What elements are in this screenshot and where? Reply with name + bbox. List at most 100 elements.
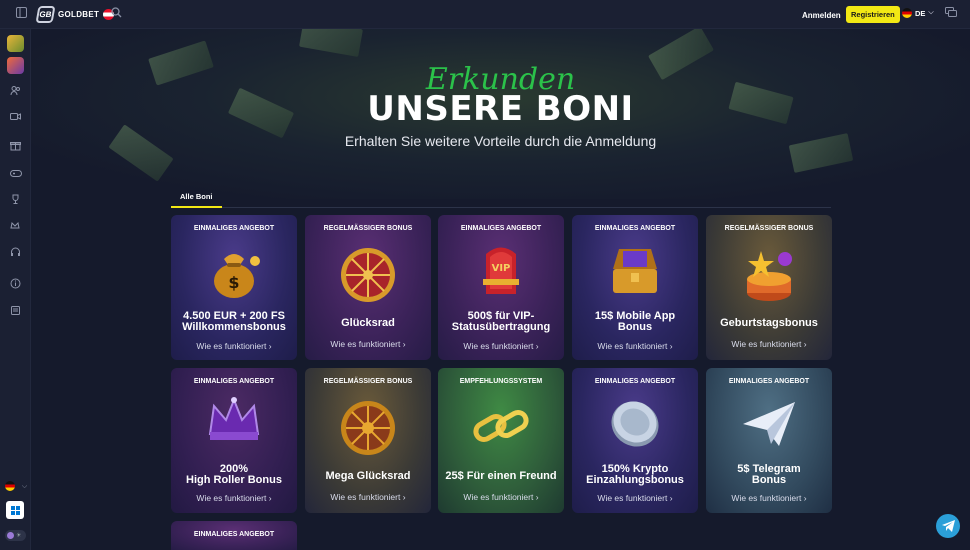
fortune-wheel-icon (341, 248, 395, 302)
chevron-right-icon: › (535, 341, 539, 351)
bonus-card[interactable]: EINMALIGES ANGEBOT 150% Krypto Einzahlun… (572, 368, 698, 513)
link-label: Wie es funktioniert (196, 341, 267, 351)
paper-plane-icon (743, 402, 795, 446)
how-it-works-link[interactable]: Wie es funktioniert › (706, 493, 832, 503)
bonus-card[interactable]: REGELMÄSSIGER BONUS Geburtstagsbonus Wie… (706, 215, 832, 360)
sidebar-toggle-icon[interactable] (14, 7, 29, 22)
card-name-line2: High Roller Bonus (186, 474, 282, 486)
sidebar: ⌵ ☀ (0, 29, 31, 550)
chat-icon[interactable] (943, 7, 958, 22)
bonus-card[interactable]: EINMALIGES ANGEBOT 15$ Mobile App Bonus … (572, 215, 698, 360)
chevron-down-icon[interactable]: ⌵ (17, 479, 32, 494)
slots-game-icon[interactable] (7, 35, 24, 52)
card-tag: EINMALIGES ANGEBOT (594, 378, 676, 385)
how-it-works-link[interactable]: Wie es funktioniert › (171, 341, 297, 351)
document-icon[interactable] (8, 305, 23, 320)
info-icon[interactable] (8, 278, 23, 293)
page-title: UNSERE BONI (367, 89, 634, 129)
search-icon[interactable] (109, 7, 124, 22)
sun-icon: ☀ (16, 533, 22, 539)
chevron-right-icon: › (535, 492, 539, 502)
bonus-card[interactable]: EINMALIGES ANGEBOT $ 4.500 EUR + 200 FS … (171, 215, 297, 360)
bonus-card[interactable]: EINMALIGES ANGEBOT 5$ Telegram Bonus Wie… (706, 368, 832, 513)
how-it-works-link[interactable]: Wie es funktioniert › (572, 341, 698, 351)
crown-icon (208, 397, 260, 440)
how-it-works-link[interactable]: Wie es funktioniert › (305, 492, 431, 502)
card-tag: EINMALIGES ANGEBOT (728, 378, 810, 385)
how-it-works-link[interactable]: Wie es funktioniert › (438, 492, 564, 502)
gift-icon[interactable] (8, 140, 23, 155)
crown-icon[interactable] (8, 220, 23, 235)
top-bar: GB GOLDBET Anmelden Registrieren DE ⌵ (0, 0, 970, 29)
bonus-card[interactable]: EINMALIGES ANGEBOT 200% High Roller Bonu… (171, 368, 297, 513)
login-button[interactable]: Anmelden (797, 6, 846, 24)
vip-throne-icon: VIP (483, 247, 519, 294)
telegram-icon (941, 520, 955, 532)
card-tag: REGELMÄSSIGER BONUS (323, 378, 413, 385)
chevron-right-icon: › (268, 341, 272, 351)
card-tag: EINMALIGES ANGEBOT (594, 225, 676, 232)
headset-icon[interactable] (8, 247, 23, 262)
money-bag-icon: $ (214, 254, 260, 298)
chain-link-icon (473, 410, 529, 442)
chevron-right-icon: › (402, 339, 406, 349)
card-name-line2: Willkommensbonus (182, 321, 286, 333)
card-name-line2: Bonus (617, 321, 653, 333)
language-selector[interactable]: DE ⌵ (902, 8, 934, 18)
hero-subtitle: Erhalten Sie weitere Vorteile durch die … (344, 133, 657, 149)
bonus-card[interactable]: EINMALIGES ANGEBOT (171, 521, 297, 550)
trophy-icon[interactable] (8, 194, 23, 209)
bonus-card[interactable]: EINMALIGES ANGEBOT VIP 500$ für VIP- Sta… (438, 215, 564, 360)
card-tag: EINMALIGES ANGEBOT (193, 225, 275, 232)
how-it-works-link[interactable]: Wie es funktioniert › (305, 339, 431, 349)
link-label: Wie es funktioniert (196, 493, 267, 503)
bonus-card[interactable]: REGELMÄSSIGER BONUS Glücksrad Wie es fun… (305, 215, 431, 360)
card-tag: EMPFEHLUNGSSYSTEM (459, 378, 543, 385)
card-name-line1: 25$ Für einen Freund (445, 470, 557, 482)
sports-game-icon[interactable] (7, 57, 24, 74)
germany-flag-icon (902, 8, 912, 18)
chevron-right-icon: › (669, 341, 673, 351)
link-label: Wie es funktioniert (330, 339, 401, 349)
bonus-card[interactable]: EMPFEHLUNGSSYSTEM 25$ Für einen Freund W… (438, 368, 564, 513)
link-label: Wie es funktioniert (731, 339, 802, 349)
svg-text:$: $ (228, 273, 239, 292)
how-it-works-link[interactable]: Wie es funktioniert › (171, 493, 297, 503)
chevron-right-icon: › (669, 493, 673, 503)
birthday-cake-icon (747, 251, 792, 301)
card-name-line1: Geburtstagsbonus (720, 317, 818, 329)
brand-logo[interactable]: GB GOLDBET (35, 6, 115, 23)
card-tag: EINMALIGES ANGEBOT (193, 378, 275, 385)
hero-banner: Erkunden UNSERE BONI Erhalten Sie weiter… (31, 29, 970, 199)
how-it-works-link[interactable]: Wie es funktioniert › (438, 341, 564, 351)
chevron-right-icon: › (402, 492, 406, 502)
brand-name: GOLDBET (58, 10, 100, 19)
chevron-down-icon: ⌵ (928, 9, 934, 16)
windows-app-icon[interactable] (6, 501, 24, 519)
bonus-tabs: Alle Boni (171, 186, 831, 208)
card-tag: REGELMÄSSIGER BONUS (323, 225, 413, 232)
bonus-card[interactable]: REGELMÄSSIGER BONUS Mega Glücksrad Wie e… (305, 368, 431, 513)
video-icon[interactable] (8, 111, 23, 126)
how-it-works-link[interactable]: Wie es funktioniert › (572, 493, 698, 503)
gamepad-icon[interactable] (8, 168, 23, 183)
chevron-right-icon: › (803, 339, 807, 349)
how-it-works-link[interactable]: Wie es funktioniert › (706, 339, 832, 349)
link-label: Wie es funktioniert (330, 492, 401, 502)
link-label: Wie es funktioniert (597, 493, 668, 503)
card-tag: EINMALIGES ANGEBOT (460, 225, 542, 232)
tab-all-bonuses[interactable]: Alle Boni (171, 186, 222, 208)
link-label: Wie es funktioniert (731, 493, 802, 503)
logo-mark: GB (35, 6, 56, 23)
crypto-coin-icon (611, 401, 659, 447)
link-label: Wie es funktioniert (463, 492, 534, 502)
money-bill-decoration (299, 29, 363, 57)
theme-toggle[interactable]: ☀ (5, 530, 26, 541)
telegram-button[interactable] (936, 514, 960, 538)
register-button[interactable]: Registrieren (846, 6, 900, 23)
card-name-line2: Statusübertragung (451, 321, 551, 333)
svg-text:VIP: VIP (492, 263, 511, 274)
card-name-line1: Glücksrad (341, 317, 395, 329)
language-flag-icon[interactable] (5, 481, 15, 491)
user-group-icon[interactable] (8, 85, 23, 100)
